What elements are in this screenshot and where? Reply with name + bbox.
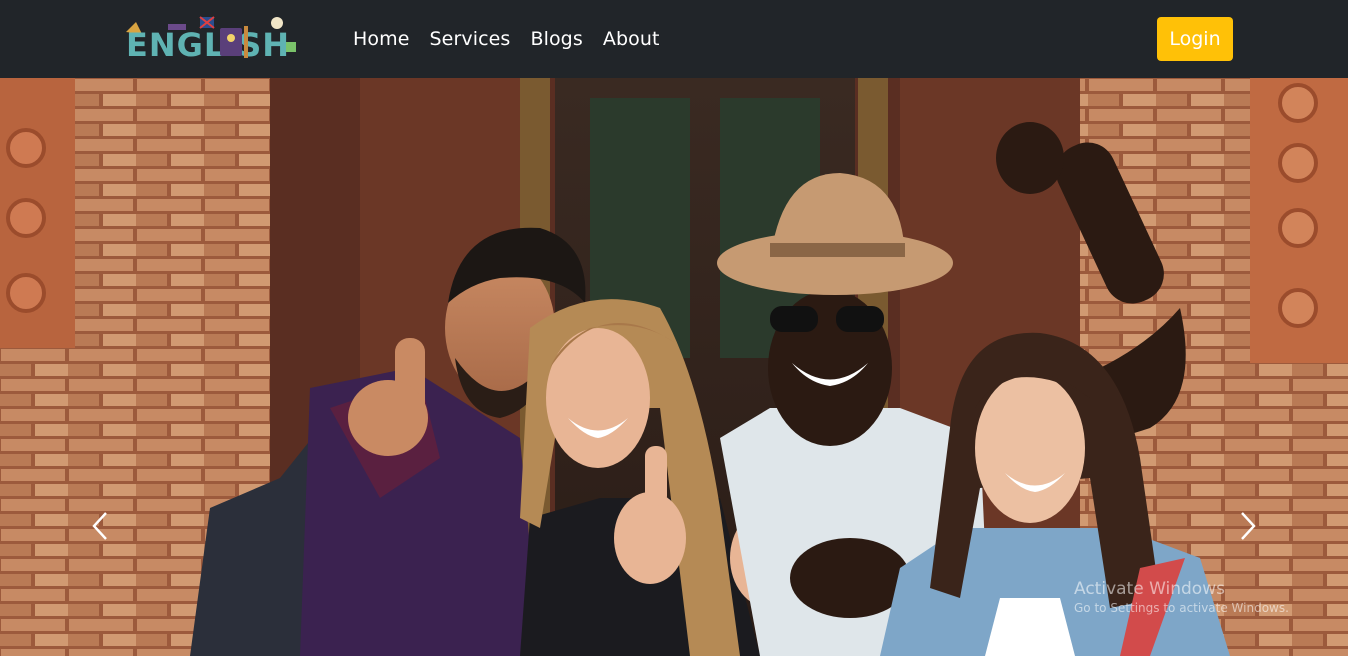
carousel-prev-button[interactable]	[80, 488, 120, 568]
carousel-next-button[interactable]	[1228, 488, 1268, 568]
navbar: ENGLISH Home Services Blogs About Login	[0, 0, 1348, 78]
nav-link-home[interactable]: Home	[353, 28, 410, 50]
svg-text:ENGLISH: ENGLISH	[126, 26, 290, 60]
brand-logo[interactable]: ENGLISH	[122, 14, 314, 60]
nav-link-about[interactable]: About	[603, 28, 660, 50]
nav-link-services[interactable]: Services	[430, 28, 511, 50]
nav-link-blogs[interactable]: Blogs	[530, 28, 582, 50]
login-button[interactable]: Login	[1157, 17, 1233, 61]
chevron-left-icon	[91, 511, 109, 545]
hero-carousel	[0, 78, 1348, 656]
chevron-right-icon	[1239, 511, 1257, 545]
hero-image	[0, 78, 1348, 656]
nav-links: Home Services Blogs About	[353, 0, 660, 78]
